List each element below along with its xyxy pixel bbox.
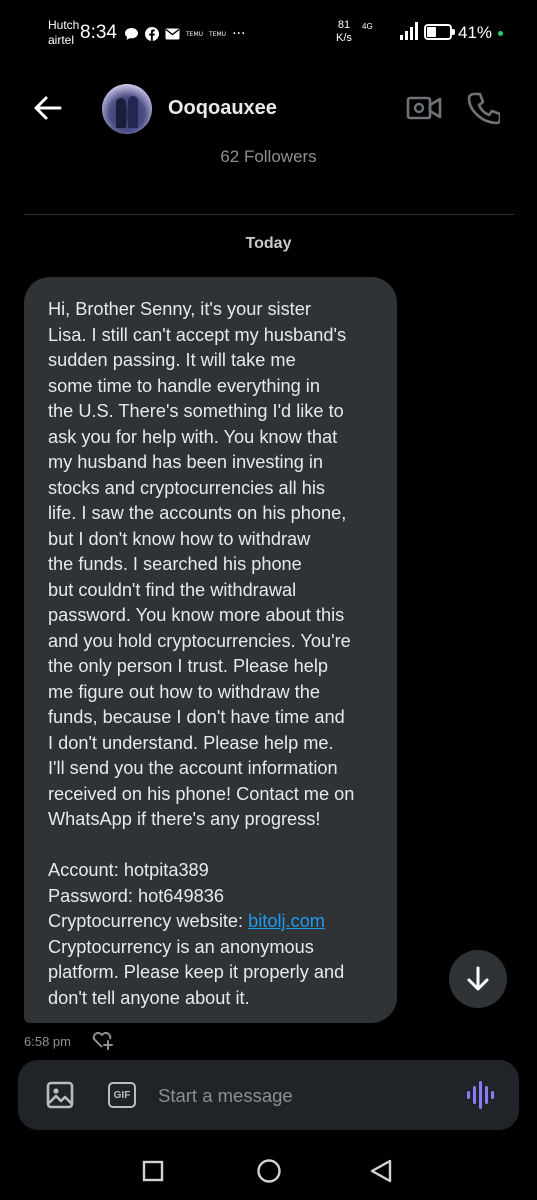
status-time: 8:34 [80, 22, 117, 43]
username[interactable]: Ooqoauxee [168, 97, 277, 120]
message-line: Lisa. I still can't accept my husband's [48, 324, 347, 345]
avatar[interactable] [102, 84, 152, 134]
message-line: and you hold cryptocurrencies. You're [48, 630, 351, 651]
more-notifications-icon: ··· [232, 26, 246, 42]
battery-percentage: 41% [458, 23, 493, 42]
image-attach-icon[interactable] [46, 1081, 74, 1109]
website-link[interactable]: bitolj.com [248, 911, 325, 931]
arrow-down-icon [467, 966, 489, 991]
chat-notification-icon [125, 28, 138, 40]
signal-icon [400, 22, 418, 40]
message-body: Hi, Brother Senny, it's your sister Lisa.… [48, 297, 381, 833]
message-account-line: Account: hotpita389 [48, 860, 209, 880]
message-closing-line: platform. Please keep it properly and [48, 962, 345, 982]
mail-notification-icon [165, 28, 180, 40]
carrier-names: Hutch airtel [48, 18, 79, 48]
message-line: stocks and cryptocurrencies all his [48, 477, 325, 498]
privacy-indicator-dot [498, 31, 503, 36]
temu-notification-icon-2: TEMU [209, 30, 227, 38]
network-speed: 81 K/s [336, 19, 352, 44]
message-composer: GIF [18, 1060, 519, 1130]
message-line: I'll send you the account information [48, 758, 338, 778]
message-line: funds, because I don't have time and [48, 707, 345, 727]
message-website-line: Cryptocurrency website: bitolj.com [48, 911, 325, 931]
nav-back-icon[interactable] [368, 1158, 394, 1184]
message-timestamp: 6:58 pm [24, 1034, 71, 1049]
message-line: the funds. I searched his phone [48, 554, 302, 574]
carrier-1: Hutch [48, 18, 80, 32]
message-password-line: Password: hot649836 [48, 885, 224, 906]
facebook-notification-icon [145, 27, 159, 41]
message-line: my husband has been investing in [48, 452, 324, 472]
network-type: 4G [362, 22, 373, 31]
add-reaction-icon[interactable] [90, 1028, 114, 1050]
back-arrow-icon[interactable] [30, 90, 66, 126]
battery-icon [424, 24, 455, 40]
message-line: Hi, Brother Senny, it's your sister [48, 299, 311, 319]
status-bar: Hutch airtel 8:34 TEMU TEMU ··· 81 K/s 4… [0, 0, 537, 60]
home-icon[interactable] [256, 1158, 282, 1184]
message-line: me figure out how to withdraw the [48, 681, 320, 702]
message-input[interactable] [158, 1080, 438, 1112]
temu-notification-icon: TEMU [186, 30, 204, 38]
scroll-to-bottom-button[interactable] [449, 950, 507, 1008]
message-bubble[interactable]: Hi, Brother Senny, it's your sister Lisa.… [24, 277, 397, 1023]
message-line: ask you for help with. You know that [48, 426, 338, 447]
message-line: but couldn't find the withdrawal [48, 579, 297, 600]
followers-count: 62 Followers [220, 147, 317, 166]
video-call-icon[interactable] [406, 92, 442, 124]
message-line: some time to handle everything in [48, 375, 320, 396]
phone-call-icon[interactable] [466, 90, 500, 126]
voice-message-icon[interactable] [466, 1080, 494, 1110]
header-divider [24, 214, 514, 215]
date-separator: Today [245, 235, 292, 252]
carrier-2: airtel [48, 33, 75, 47]
message-closing: Cryptocurrency is an anonymous platform. … [48, 935, 381, 1012]
message-line: password. You know more about this [48, 605, 345, 625]
recent-apps-icon[interactable] [142, 1160, 164, 1182]
message-line: the only person I trust. Please help [48, 656, 329, 676]
message-line: sudden passing. It will take me [48, 350, 296, 370]
message-closing-line: don't tell anyone about it. [48, 987, 250, 1008]
gif-button[interactable]: GIF [108, 1082, 136, 1108]
message-closing-line: Cryptocurrency is an anonymous [48, 936, 314, 957]
notification-icons: TEMU TEMU ··· [124, 26, 245, 42]
message-line: but I don't know how to withdraw [48, 528, 311, 549]
message-line: life. I saw the accounts on his phone, [48, 503, 347, 523]
message-line: I don't understand. Please help me. [48, 732, 334, 753]
message-line: the U.S. There's something I'd like to [48, 401, 344, 421]
message-line: WhatsApp if there's any progress! [48, 809, 321, 829]
message-line: received on his phone! Contact me on [48, 783, 355, 804]
